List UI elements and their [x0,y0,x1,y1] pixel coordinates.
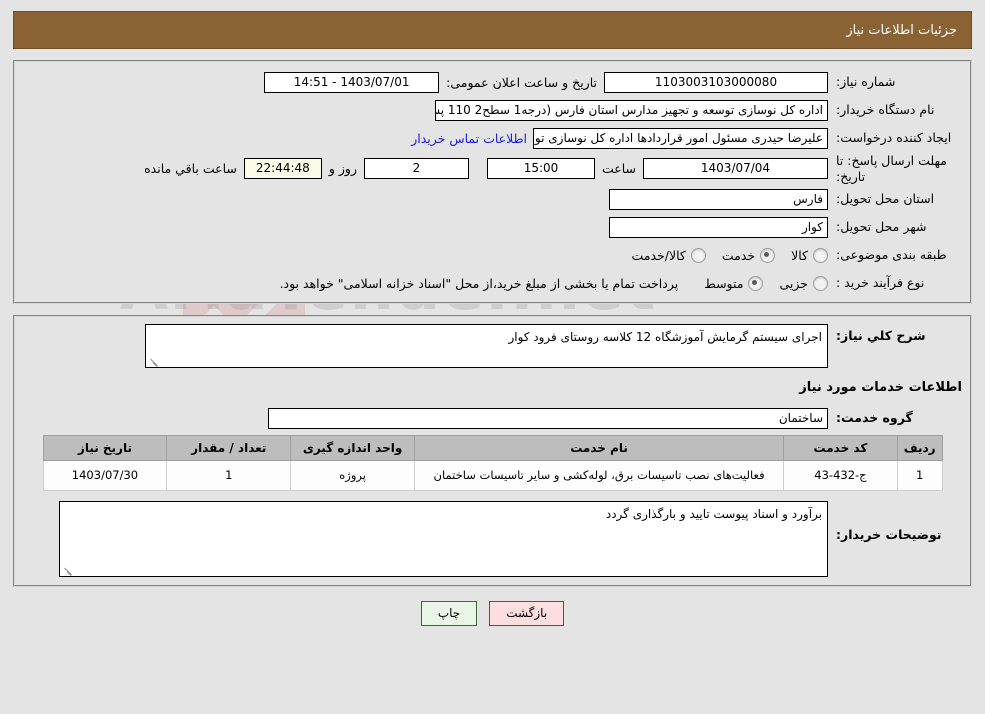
purchase-process-label: نوع فرآیند خرید : [836,274,925,290]
row-response-deadline: مهلت ارسال پاسخ: تا تاریخ: 1403/07/04 سا… [23,153,962,184]
remaining-days-value: 2 [363,158,469,180]
table-header-row: ردیف کد خدمت نام خدمت واحد اندازه گیری ت… [42,435,943,462]
purchase-process-note: پرداخت تمام یا بخشی از مبلغ خرید،از محل … [279,275,679,291]
request-creator-label: ایجاد کننده درخواست: [836,129,952,145]
radio-process-motavaset-label: متوسط [704,275,744,291]
need-description-label: شرح کلي نیاز: [836,328,926,344]
buyer-contact-link[interactable]: اطلاعات تماس خریدار [411,131,533,146]
page-root: جزئیات اطلاعات نیاز شماره نیاز: 11030031… [0,11,985,626]
footer-actions: بازگشت چاپ [0,600,985,626]
response-deadline-label: مهلت ارسال پاسخ: تا تاریخ: [836,153,947,184]
page-title: جزئیات اطلاعات نیاز [846,22,957,38]
cell-qty: 1 [166,460,292,491]
radio-dot-icon [813,247,828,263]
purchase-process-radio-group: جزیی متوسط [688,275,828,291]
row-delivery-city: شهر محل تحویل: کوار [23,214,962,240]
announce-datetime-label: تاریخ و ساعت اعلان عمومی: [446,74,597,90]
radio-category-khedmat-label: خدمت [721,247,756,263]
row-buyer-org: نام دستگاه خریدار: اداره کل نوسازی توسعه… [23,97,962,123]
table-row: 1 ج-432-43 فعالیت‌های نصب تاسیسات برق، ل… [42,460,943,491]
need-number-label: شماره نیاز: [836,73,896,89]
need-summary-panel: شماره نیاز: 1103003103000080 تاریخ و ساع… [13,60,972,305]
subject-category-radio-group: کالا خدمت کالا/خدمت [615,247,828,263]
deadline-date-value: 1403/07/04 [643,158,828,180]
back-button[interactable]: بازگشت [489,600,565,626]
announce-datetime-value: 1403/07/01 - 14:51 [264,71,440,93]
row-buyer-notes: توضیحات خریدار: برآورد و اسناد پیوست تای… [23,500,962,577]
th-radif: ردیف [896,435,943,462]
th-unit: واحد اندازه گیری [290,435,415,462]
delivery-province-value: فارس [609,188,828,210]
resize-grip-icon[interactable] [149,356,159,366]
row-need-number: شماره نیاز: 1103003103000080 تاریخ و ساع… [23,69,962,95]
resize-grip-icon[interactable] [63,565,73,575]
radio-category-kala-khedmat-label: کالا/خدمت [631,247,686,263]
radio-category-khedmat[interactable]: خدمت [721,247,776,263]
th-date: تاریخ نیاز [42,435,168,462]
print-button[interactable]: چاپ [420,600,478,626]
buyer-notes-label: توضیحات خریدار: [836,526,942,542]
deadline-time-value: 15:00 [486,158,595,180]
remaining-countdown-value: 22:44:48 [243,158,322,180]
cell-date: 1403/07/30 [42,460,168,491]
need-description-textarea[interactable]: اجرای سیستم گرمایش آموزشگاه 12 کلاسه روس… [145,324,828,369]
row-purchase-process: نوع فرآیند خرید : جزیی متوسط پرداخت تمام… [23,270,962,296]
cell-name: فعالیت‌های نصب تاسیسات برق، لوله‌کشی و س… [413,460,785,491]
buyer-notes-textarea[interactable]: برآورد و اسناد پیوست تایید و بارگذاری گر… [59,500,828,577]
service-items-table: ردیف کد خدمت نام خدمت واحد اندازه گیری ت… [42,435,943,491]
radio-dot-icon [760,247,776,263]
need-details-panel: شرح کلي نیاز: اجرای سیستم گرمایش آموزشگا… [13,315,972,587]
page-title-bar: جزئیات اطلاعات نیاز [13,11,972,49]
delivery-city-label: شهر محل تحویل: [836,218,927,234]
radio-dot-icon [690,247,706,263]
buyer-org-value: اداره کل نوسازی توسعه و تجهیز مدارس استا… [435,99,828,121]
row-request-creator: ایجاد کننده درخواست: علیرضا حیدری مسئول … [23,125,962,151]
services-section-heading: اطلاعات خدمات مورد نیاز [799,380,962,396]
service-group-label: گروه خدمت: [836,409,913,425]
radio-category-kala-label: کالا [791,247,808,263]
buyer-org-label: نام دستگاه خریدار: [836,101,935,117]
radio-process-jozei-label: جزیی [779,275,808,291]
radio-process-motavaset[interactable]: متوسط [704,275,764,291]
need-description-value: اجرای سیستم گرمایش آموزشگاه 12 کلاسه روس… [508,330,822,345]
remaining-days-label: روز و [328,161,357,177]
request-creator-value: علیرضا حیدری مسئول امور قراردادها اداره … [533,127,828,149]
cell-unit: پروژه [290,460,415,491]
row-service-group: گروه خدمت: ساختمان [23,405,962,431]
row-subject-category: طبقه بندی موضوعی: کالا خدمت کالا/خدمت [23,242,962,268]
th-name: نام خدمت [413,435,785,462]
service-items-table-wrapper: ردیف کد خدمت نام خدمت واحد اندازه گیری ت… [23,435,962,491]
delivery-province-label: استان محل تحویل: [836,190,935,206]
radio-category-kala-khedmat[interactable]: کالا/خدمت [631,247,706,263]
radio-process-jozei[interactable]: جزیی [779,275,828,291]
deadline-time-label: ساعت [601,161,636,177]
service-group-value: ساختمان [268,407,828,429]
row-delivery-province: استان محل تحویل: فارس [23,186,962,212]
remaining-countdown-label: ساعت باقي مانده [144,161,237,177]
radio-dot-icon [748,275,764,291]
radio-category-kala[interactable]: کالا [791,247,828,263]
cell-radif: 1 [896,460,943,491]
row-need-description: شرح کلي نیاز: اجرای سیستم گرمایش آموزشگا… [23,324,962,369]
need-number-value: 1103003103000080 [604,71,828,93]
th-code: کد خدمت [783,435,898,462]
subject-category-label: طبقه بندی موضوعی: [836,246,947,262]
th-qty: تعداد / مقدار [166,435,292,462]
delivery-city-value: کوار [609,216,828,238]
cell-code: ج-432-43 [783,460,898,491]
radio-dot-icon [813,275,828,291]
buyer-notes-value: برآورد و اسناد پیوست تایید و بارگذاری گر… [605,506,822,521]
